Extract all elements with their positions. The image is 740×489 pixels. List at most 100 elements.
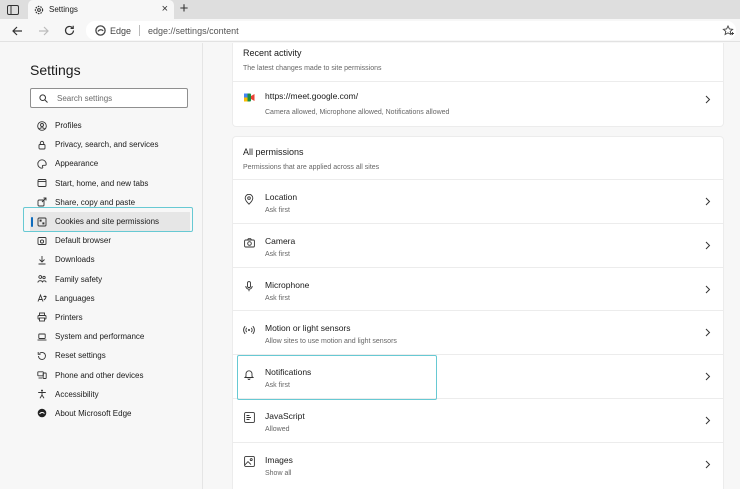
permission-status: Show all	[265, 469, 292, 477]
permission-status: Allowed	[265, 425, 290, 433]
sidebar-item-label: Profiles	[55, 121, 82, 131]
sidebar-item-label: About Microsoft Edge	[55, 408, 132, 418]
lock-icon	[37, 140, 47, 150]
sidebar-item-phone[interactable]: Phone and other devices	[30, 365, 190, 384]
address-bar[interactable]: Edge edge://settings/content	[86, 21, 736, 40]
search-icon	[39, 93, 48, 103]
sidebar-item-label: Appearance	[55, 159, 99, 169]
sidebar-item-start-home[interactable]: Start, home, and new tabs	[30, 174, 190, 193]
highlight-notifications	[237, 355, 437, 400]
all-permissions-card: All permissions Permissions that are app…	[233, 137, 723, 489]
sidebar-item-label: Default browser	[55, 236, 112, 246]
sidebar-item-reset[interactable]: Reset settings	[30, 346, 190, 365]
chevron-right-icon	[705, 324, 711, 342]
recent-site-url: https://meet.google.com/	[265, 91, 359, 101]
refresh-icon	[64, 25, 74, 36]
gear-icon	[34, 5, 44, 14]
highlight-cookies	[23, 207, 193, 232]
appearance-icon	[37, 159, 47, 169]
permission-title: Microphone	[265, 279, 310, 290]
home-icon	[37, 178, 47, 188]
permission-title: Motion or light sensors	[265, 323, 351, 334]
sidebar-item-privacy[interactable]: Privacy, search, and services	[30, 135, 190, 154]
toolbar: Edge edge://settings/content	[0, 19, 740, 42]
recent-activity-card: Recent activity The latest changes made …	[233, 43, 723, 126]
sidebar-item-label: Accessibility	[55, 389, 99, 399]
sidebar-item-family-safety[interactable]: Family safety	[30, 270, 190, 289]
sidebar-item-appearance[interactable]: Appearance	[30, 154, 190, 173]
arrow-right-icon	[38, 26, 49, 35]
permission-row-camera[interactable]: Camera Ask first	[233, 222, 723, 267]
tab-strip: Settings × +	[0, 0, 740, 19]
permission-row-location[interactable]: Location Ask first	[233, 179, 723, 223]
all-permissions-title: All permissions	[243, 147, 304, 157]
arrow-left-icon	[11, 26, 22, 35]
chevron-right-icon	[705, 193, 711, 211]
tab-title: Settings	[49, 5, 78, 14]
chevron-right-icon	[705, 368, 711, 386]
location-icon	[243, 193, 255, 205]
sidebar-item-languages[interactable]: Languages	[30, 289, 190, 308]
permission-row-sensors[interactable]: Motion or light sensors Allow sites to u…	[233, 310, 723, 354]
recent-activity-title: Recent activity	[243, 48, 302, 58]
back-button[interactable]	[9, 23, 25, 38]
tab-actions-button[interactable]	[4, 2, 22, 17]
permission-status: Ask first	[265, 250, 290, 258]
sidebar-item-label: Privacy, search, and services	[55, 140, 159, 150]
settings-sidebar: Settings Search settings Profiles Privac…	[0, 43, 203, 489]
permission-row-javascript[interactable]: JavaScript Allowed	[233, 397, 723, 442]
sidebar-item-printers[interactable]: Printers	[30, 308, 190, 327]
browser-icon	[37, 236, 47, 246]
close-tab-button[interactable]: ×	[162, 3, 168, 15]
sidebar-item-label: Start, home, and new tabs	[55, 178, 149, 188]
recent-activity-subtitle: The latest changes made to site permissi…	[243, 65, 382, 72]
printer-icon	[37, 312, 47, 322]
sidebar-item-system[interactable]: System and performance	[30, 327, 190, 346]
recent-site-row[interactable]: https://meet.google.com/ Camera allowed,…	[233, 81, 723, 126]
camera-icon	[243, 237, 255, 249]
all-permissions-subtitle: Permissions that are applied across all …	[243, 164, 380, 171]
language-icon	[37, 293, 47, 303]
family-icon	[37, 274, 47, 284]
permission-title: Camera	[265, 235, 296, 246]
microphone-icon	[243, 281, 255, 293]
content-pane: Recent activity The latest changes made …	[204, 43, 740, 489]
tab-settings[interactable]: Settings ×	[28, 0, 174, 19]
new-tab-button[interactable]: +	[176, 1, 192, 17]
edge-logo-icon	[37, 408, 47, 418]
chevron-right-icon	[705, 456, 711, 474]
add-favorite-button[interactable]	[722, 24, 734, 42]
download-icon	[37, 255, 47, 265]
sidebar-item-label: Phone and other devices	[55, 370, 144, 380]
sidebar-nav: Profiles Privacy, search, and services A…	[30, 116, 190, 423]
sidebar-item-label: Share, copy and paste	[55, 197, 136, 207]
sidebar-item-label: Reset settings	[55, 351, 106, 361]
url-text[interactable]: edge://settings/content	[148, 26, 239, 36]
accessibility-icon	[37, 389, 47, 399]
recent-site-detail: Camera allowed, Microphone allowed, Noti…	[265, 109, 450, 116]
site-identity-label: Edge	[110, 25, 132, 36]
sidebar-item-label: Languages	[55, 293, 95, 303]
chevron-right-icon	[705, 412, 711, 430]
edge-logo-icon	[95, 25, 106, 36]
forward-button[interactable]	[35, 23, 51, 38]
sidebar-item-downloads[interactable]: Downloads	[30, 250, 190, 269]
address-divider	[139, 25, 141, 36]
permission-title: JavaScript	[265, 410, 305, 421]
share-icon	[37, 197, 47, 207]
search-input[interactable]: Search settings	[30, 88, 188, 108]
star-add-icon	[722, 24, 734, 36]
permission-status: Ask first	[265, 207, 290, 214]
permission-row-microphone[interactable]: Microphone Ask first	[233, 266, 723, 311]
sidebar-item-label: Downloads	[55, 255, 95, 265]
sidebar-item-profiles[interactable]: Profiles	[30, 116, 190, 135]
sidebar-item-about[interactable]: About Microsoft Edge	[30, 404, 190, 423]
profile-icon	[37, 120, 47, 131]
google-meet-icon	[243, 91, 255, 103]
refresh-button[interactable]	[61, 23, 77, 38]
sidebar-item-accessibility[interactable]: Accessibility	[30, 385, 190, 404]
page-title: Settings	[30, 62, 81, 78]
sidebar-item-label: Family safety	[55, 274, 103, 284]
permission-row-images[interactable]: Images Show all	[233, 441, 723, 486]
sidebar-item-default-browser[interactable]: Default browser	[30, 231, 190, 250]
